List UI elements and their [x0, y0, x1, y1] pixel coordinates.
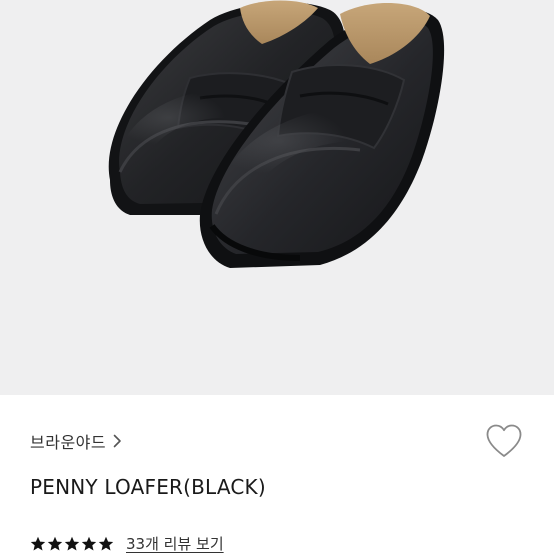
chevron-right-icon — [113, 434, 121, 448]
loafer-photo — [108, 0, 445, 268]
product-info: 브라운야드 PENNY LOAFER(BLACK) 33개 리뷰 보기 — [0, 395, 554, 554]
star-filled-icon — [47, 536, 63, 550]
brand-link[interactable]: 브라운야드 — [30, 429, 122, 453]
reviews-link[interactable]: 33개 리뷰 보기 — [126, 533, 224, 554]
star-filled-icon — [81, 536, 97, 550]
product-detail-page: 브라운야드 PENNY LOAFER(BLACK) 33개 리뷰 보기 — [0, 0, 554, 554]
star-filled-icon — [98, 536, 114, 550]
star-filled-icon — [30, 536, 46, 550]
rating-stars — [30, 536, 114, 552]
rating-row: 33개 리뷰 보기 — [30, 533, 224, 554]
heart-outline-icon[interactable] — [484, 422, 524, 460]
product-title: PENNY LOAFER(BLACK) — [30, 475, 266, 499]
star-filled-icon — [64, 536, 80, 550]
brand-name[interactable]: 브라운야드 — [30, 429, 106, 453]
product-image[interactable] — [0, 0, 554, 395]
